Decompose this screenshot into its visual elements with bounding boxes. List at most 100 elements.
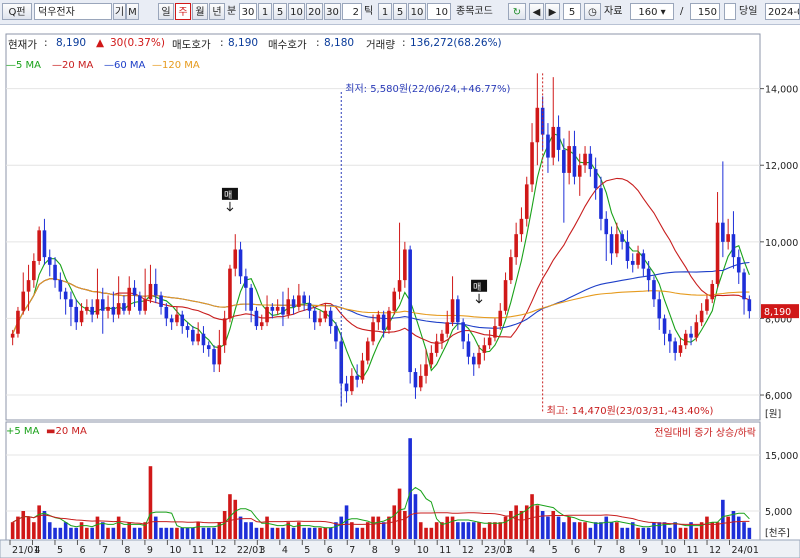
- candle-body: [302, 295, 306, 304]
- volume-bar: [535, 505, 540, 539]
- minute-20-button[interactable]: 20: [306, 3, 323, 20]
- candle-body: [721, 222, 725, 242]
- tick-1-button[interactable]: 1: [378, 3, 392, 20]
- change-value: 30(0.37%): [110, 37, 165, 49]
- x-tick-label: 7: [102, 545, 108, 556]
- volume-bar: [572, 522, 577, 539]
- volume-bar: [312, 527, 317, 539]
- vol-legend-20ma: ▬20 MA: [46, 426, 87, 437]
- candle-body: [79, 310, 84, 323]
- volume-bar: [90, 527, 94, 539]
- volume-bar: [74, 527, 79, 539]
- price-chart[interactable]: 14,00012,00010,0008,0006,000[원]8,19015,0…: [0, 0, 800, 558]
- volume-bar: [37, 505, 41, 539]
- volume-bar: [471, 522, 476, 539]
- candle-body: [16, 310, 20, 334]
- candle-body: [609, 234, 614, 254]
- candle-body: [371, 322, 375, 342]
- stock-name-input[interactable]: 덕우전자: [34, 3, 112, 20]
- candle-body: [217, 345, 222, 365]
- buy-marker-arrow-icon: [226, 201, 234, 212]
- volume-label: 거래량: [366, 39, 395, 51]
- minute-30-button[interactable]: 30: [324, 3, 341, 20]
- volume-bar: [254, 527, 259, 539]
- tick-10-button[interactable]: 10: [408, 3, 426, 20]
- volume-bar: [540, 511, 545, 539]
- today-checkbox[interactable]: [724, 3, 736, 20]
- candle-body: [180, 314, 185, 327]
- buy-marker-badge: [221, 187, 238, 200]
- volume-bar: [583, 522, 587, 539]
- prev-icon[interactable]: ◀: [529, 3, 544, 20]
- m-button[interactable]: M: [126, 3, 139, 20]
- volume-bar: [21, 511, 26, 539]
- refresh-icon[interactable]: ↻: [508, 3, 526, 20]
- volume-bar: [736, 516, 741, 539]
- volume-bar: [593, 522, 598, 539]
- tick-count-input[interactable]: 10: [427, 3, 451, 20]
- volume-bar: [551, 511, 556, 539]
- volume-bar: [16, 516, 20, 539]
- candle-body: [355, 375, 359, 380]
- volume-bar: [721, 499, 725, 539]
- candle-body: [445, 322, 450, 334]
- tick-5-button[interactable]: 5: [393, 3, 407, 20]
- volume-bar: [53, 527, 57, 539]
- candle-body: [519, 218, 524, 235]
- minute-5-button[interactable]: 5: [273, 3, 287, 20]
- candle-body: [228, 268, 232, 319]
- candle-body: [726, 234, 730, 242]
- period-month-button[interactable]: 월: [192, 3, 208, 20]
- candle-body: [514, 234, 518, 258]
- x-tick-label: 6: [327, 545, 333, 556]
- volume-bar: [482, 527, 487, 539]
- candle-body: [323, 310, 328, 319]
- next-icon[interactable]: ▶: [545, 3, 560, 20]
- candle-body: [360, 360, 365, 380]
- x-tick-label: 23/01: [484, 545, 511, 556]
- candle-body: [710, 283, 715, 300]
- total-count-input[interactable]: 150: [690, 3, 720, 20]
- volume-bar: [10, 522, 15, 539]
- candle-body: [85, 306, 89, 311]
- volume-bar: [668, 527, 672, 539]
- candle-body: [270, 306, 275, 311]
- data-count-select[interactable]: 160 ▾: [630, 3, 674, 20]
- tick-input[interactable]: 2: [342, 3, 362, 20]
- stock-search-button[interactable]: Q펀: [2, 3, 32, 20]
- volume-bar: [657, 522, 662, 539]
- minute-input[interactable]: 30: [239, 3, 257, 20]
- minute-10-button[interactable]: 10: [288, 3, 305, 20]
- volume-bar: [726, 516, 730, 539]
- step-input[interactable]: 5: [563, 3, 581, 20]
- buy-marker-label: 매: [224, 190, 232, 201]
- period-week-button[interactable]: 주: [175, 3, 191, 20]
- candle-body: [47, 257, 52, 265]
- period-day-button[interactable]: 일: [158, 3, 174, 20]
- candle-body: [185, 326, 190, 330]
- volume-bar: [201, 527, 206, 539]
- period-year-button[interactable]: 년: [209, 3, 225, 20]
- ma-120-line: [12, 278, 750, 334]
- gi-button[interactable]: 기: [113, 3, 126, 20]
- bid-label: 매수호가: [268, 39, 307, 51]
- volume-bar: [100, 522, 105, 539]
- x-tick-label: 9: [394, 545, 400, 556]
- date-input[interactable]: 2024-0: [765, 3, 800, 20]
- candle-body: [604, 218, 609, 235]
- legend-5ma: —5 MA: [6, 60, 42, 71]
- clock-icon[interactable]: ◷: [584, 3, 601, 20]
- x-tick-label: 12: [709, 545, 721, 556]
- candle-body: [429, 352, 434, 365]
- buy-marker-label: 매: [473, 282, 481, 293]
- candle-body: [673, 341, 677, 353]
- volume-bar: [350, 522, 354, 539]
- volume-bar: [705, 516, 709, 539]
- minute-1-button[interactable]: 1: [258, 3, 272, 20]
- candle-body: [683, 333, 688, 346]
- current-price-label: 8,190: [764, 307, 791, 318]
- candle-body: [259, 322, 264, 327]
- volume-bar: [95, 516, 100, 539]
- volume-bar: [106, 527, 110, 539]
- candle-body: [736, 257, 741, 273]
